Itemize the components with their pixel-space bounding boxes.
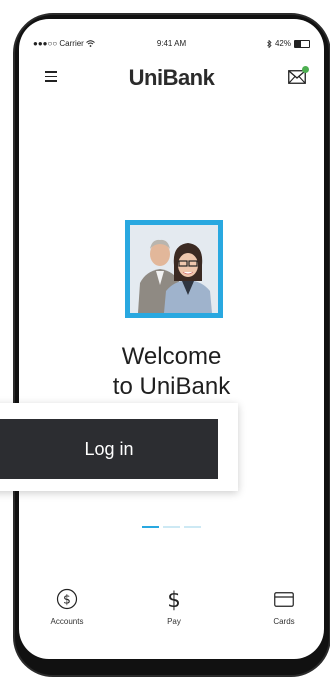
- tab-accounts-label: Accounts: [50, 617, 84, 626]
- app-screen: ●●●○○ Carrier 9:41 AM 42% UniBank Welcom…: [19, 19, 324, 659]
- status-bar: ●●●○○ Carrier 9:41 AM 42%: [19, 19, 324, 48]
- login-card: Log in: [0, 403, 238, 491]
- battery-percent: 42%: [274, 39, 291, 48]
- welcome-line-1: Welcome: [121, 343, 222, 370]
- tab-pay-label: Pay: [167, 617, 181, 626]
- welcome-line-2: to UniBank: [112, 373, 231, 400]
- welcome-photo: [125, 220, 223, 318]
- card-icon: [249, 587, 319, 611]
- page-indicator: [19, 526, 324, 528]
- dollar-icon: $: [139, 587, 209, 611]
- tab-cards-label: Cards: [273, 617, 295, 626]
- bluetooth-icon: [267, 39, 272, 48]
- app-header: UniBank: [19, 61, 324, 93]
- svg-text:$: $: [63, 593, 71, 607]
- notification-dot: [302, 66, 309, 73]
- unibank-logo: UniBank: [128, 65, 215, 90]
- people-photo: [130, 225, 218, 313]
- login-button[interactable]: Log in: [0, 419, 218, 479]
- svg-text:$: $: [167, 588, 180, 611]
- page-dot[interactable]: [184, 526, 201, 528]
- tab-accounts[interactable]: $ Accounts: [32, 587, 102, 626]
- page-dot[interactable]: [142, 526, 159, 528]
- page-dot[interactable]: [163, 526, 180, 528]
- tab-bar: $ Accounts $ Pay Cards: [19, 579, 324, 659]
- mail-icon[interactable]: [288, 66, 309, 84]
- status-right: 42%: [267, 39, 310, 48]
- dollar-circle-icon: $: [32, 587, 102, 611]
- tab-pay[interactable]: $ Pay: [139, 587, 209, 626]
- battery-icon: [294, 39, 310, 48]
- welcome-heading: Welcome to UniBank: [19, 342, 324, 402]
- tab-cards[interactable]: Cards: [249, 587, 319, 626]
